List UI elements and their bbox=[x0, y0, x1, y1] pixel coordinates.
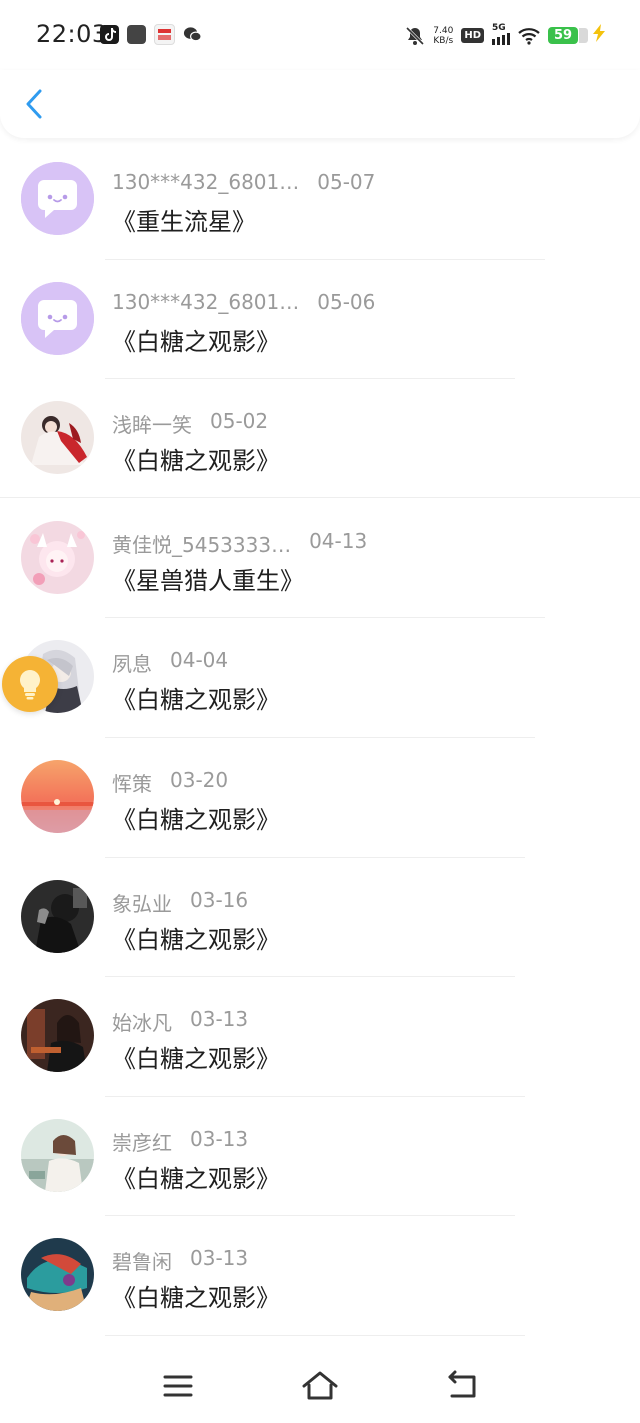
row-divider bbox=[105, 1334, 525, 1336]
user-nickname[interactable]: 崇彦红 bbox=[112, 1127, 172, 1156]
list-item[interactable]: 恽策 03-20 《白糖之观影》 bbox=[0, 738, 640, 858]
book-title[interactable]: 《重生流星》 bbox=[112, 202, 256, 237]
status-bar: 22:03 7.40 KB/s HD 5G 59 bbox=[0, 0, 640, 70]
hd-icon: HD bbox=[461, 28, 484, 43]
header bbox=[0, 70, 640, 138]
book-title[interactable]: 《白糖之观影》 bbox=[112, 800, 280, 835]
menu-button[interactable] bbox=[158, 1368, 198, 1404]
user-nickname[interactable]: 夙息 bbox=[112, 648, 152, 677]
home-button[interactable] bbox=[300, 1368, 340, 1404]
book-title[interactable]: 《白糖之观影》 bbox=[112, 1278, 280, 1313]
list-item[interactable]: 崇彦红 03-13 《白糖之观影》 bbox=[0, 1097, 640, 1217]
list-item[interactable]: 130***432_6801… 05-07 《重生流星》 bbox=[0, 140, 640, 260]
phone-screen: 22:03 7.40 KB/s HD 5G 59 130***432_6801…… bbox=[0, 0, 640, 1423]
list-item[interactable]: 黄佳悦_5453333… 04-13 《星兽猎人重生》 bbox=[0, 499, 640, 619]
item-meta: 碧鲁闲 03-13 bbox=[112, 1246, 248, 1275]
home-icon bbox=[302, 1371, 338, 1400]
status-notification-icons bbox=[100, 24, 202, 45]
book-title[interactable]: 《白糖之观影》 bbox=[112, 1039, 280, 1074]
list-item[interactable]: 夙息 04-04 《白糖之观影》 bbox=[0, 618, 640, 738]
lightbulb-icon bbox=[19, 670, 41, 700]
user-nickname[interactable]: 恽策 bbox=[112, 768, 152, 797]
section-divider bbox=[0, 497, 640, 498]
user-nickname[interactable]: 象弘业 bbox=[112, 888, 172, 917]
item-meta: 象弘业 03-16 bbox=[112, 888, 248, 917]
item-date: 05-02 bbox=[210, 409, 269, 434]
network-speed-value: 7.40 bbox=[433, 25, 454, 36]
mute-icon bbox=[406, 26, 425, 45]
book-title[interactable]: 《白糖之观影》 bbox=[112, 1159, 280, 1194]
default-chat-avatar[interactable] bbox=[21, 162, 94, 235]
wifi-icon bbox=[518, 27, 540, 45]
comment-list: 130***432_6801… 05-07 《重生流星》 130***432_6801… bbox=[0, 140, 640, 1336]
book-title[interactable]: 《白糖之观影》 bbox=[112, 441, 280, 476]
girl-light-avatar[interactable] bbox=[21, 1118, 94, 1192]
news-icon bbox=[154, 24, 175, 45]
item-date: 03-13 bbox=[190, 1007, 249, 1032]
book-title[interactable]: 《白糖之观影》 bbox=[112, 920, 280, 955]
list-item[interactable]: 碧鲁闲 03-13 《白糖之观影》 bbox=[0, 1216, 640, 1336]
wechat-icon bbox=[183, 25, 202, 44]
item-meta: 始冰凡 03-13 bbox=[112, 1007, 248, 1036]
user-nickname[interactable]: 碧鲁闲 bbox=[112, 1246, 172, 1275]
colorful-art-avatar[interactable] bbox=[21, 1238, 94, 1312]
anime-pink-girl-avatar[interactable] bbox=[21, 520, 94, 594]
back-nav-button[interactable] bbox=[442, 1368, 482, 1404]
app-square-icon bbox=[127, 25, 146, 44]
item-date: 03-20 bbox=[170, 767, 229, 792]
user-nickname[interactable]: 黄佳悦_5453333… bbox=[112, 529, 291, 558]
book-title[interactable]: 《白糖之观影》 bbox=[112, 322, 280, 357]
signal-icon: 5G bbox=[492, 23, 510, 45]
sunset-avatar[interactable] bbox=[21, 759, 94, 833]
item-meta: 浅眸一笑 05-02 bbox=[112, 409, 268, 438]
dark-photo-avatar[interactable] bbox=[21, 879, 94, 953]
list-item[interactable]: 象弘业 03-16 《白糖之观影》 bbox=[0, 858, 640, 978]
item-date: 05-07 bbox=[317, 170, 376, 194]
status-time: 22:03 bbox=[36, 20, 108, 48]
battery-icon: 59 bbox=[548, 27, 588, 44]
book-title[interactable]: 《白糖之观影》 bbox=[112, 680, 280, 715]
item-date: 04-13 bbox=[309, 528, 368, 553]
item-meta: 崇彦红 03-13 bbox=[112, 1127, 248, 1156]
girl-photo-avatar[interactable] bbox=[21, 999, 94, 1073]
user-nickname[interactable]: 始冰凡 bbox=[112, 1007, 172, 1036]
list-item[interactable]: 130***432_6801… 05-06 《白糖之观影》 bbox=[0, 260, 640, 380]
user-nickname[interactable]: 130***432_6801… bbox=[112, 170, 299, 194]
user-nickname[interactable]: 130***432_6801… bbox=[112, 290, 299, 314]
item-meta: 130***432_6801… 05-06 bbox=[112, 290, 375, 314]
anime-red-robe-avatar[interactable] bbox=[21, 401, 94, 475]
item-meta: 130***432_6801… 05-07 bbox=[112, 170, 375, 194]
book-title[interactable]: 《星兽猎人重生》 bbox=[112, 561, 304, 596]
list-item[interactable]: 始冰凡 03-13 《白糖之观影》 bbox=[0, 977, 640, 1097]
item-date: 03-13 bbox=[190, 1126, 249, 1151]
charging-icon bbox=[592, 24, 606, 47]
floating-tip-button[interactable] bbox=[2, 656, 58, 712]
item-meta: 恽策 03-20 bbox=[112, 768, 228, 797]
system-nav-bar bbox=[0, 1350, 640, 1423]
menu-icon bbox=[163, 1375, 193, 1397]
user-nickname[interactable]: 浅眸一笑 bbox=[112, 409, 192, 438]
item-date: 05-06 bbox=[317, 289, 376, 314]
default-chat-avatar[interactable] bbox=[21, 281, 94, 355]
item-date: 03-13 bbox=[190, 1246, 249, 1271]
tiktok-icon bbox=[100, 25, 119, 44]
item-date: 03-16 bbox=[190, 887, 249, 912]
item-meta: 夙息 04-04 bbox=[112, 648, 228, 677]
item-meta: 黄佳悦_5453333… 04-13 bbox=[112, 529, 367, 558]
back-nav-icon bbox=[448, 1370, 476, 1398]
list-item[interactable]: 浅眸一笑 05-02 《白糖之观影》 bbox=[0, 379, 640, 499]
chevron-left-icon bbox=[26, 89, 42, 119]
back-button[interactable] bbox=[20, 86, 50, 122]
network-speed: 7.40 KB/s bbox=[433, 26, 453, 46]
item-date: 04-04 bbox=[170, 648, 229, 673]
network-speed-unit: KB/s bbox=[433, 35, 454, 46]
status-system-icons: 7.40 KB/s HD 5G 59 bbox=[405, 23, 606, 47]
network-type: 5G bbox=[492, 22, 506, 33]
